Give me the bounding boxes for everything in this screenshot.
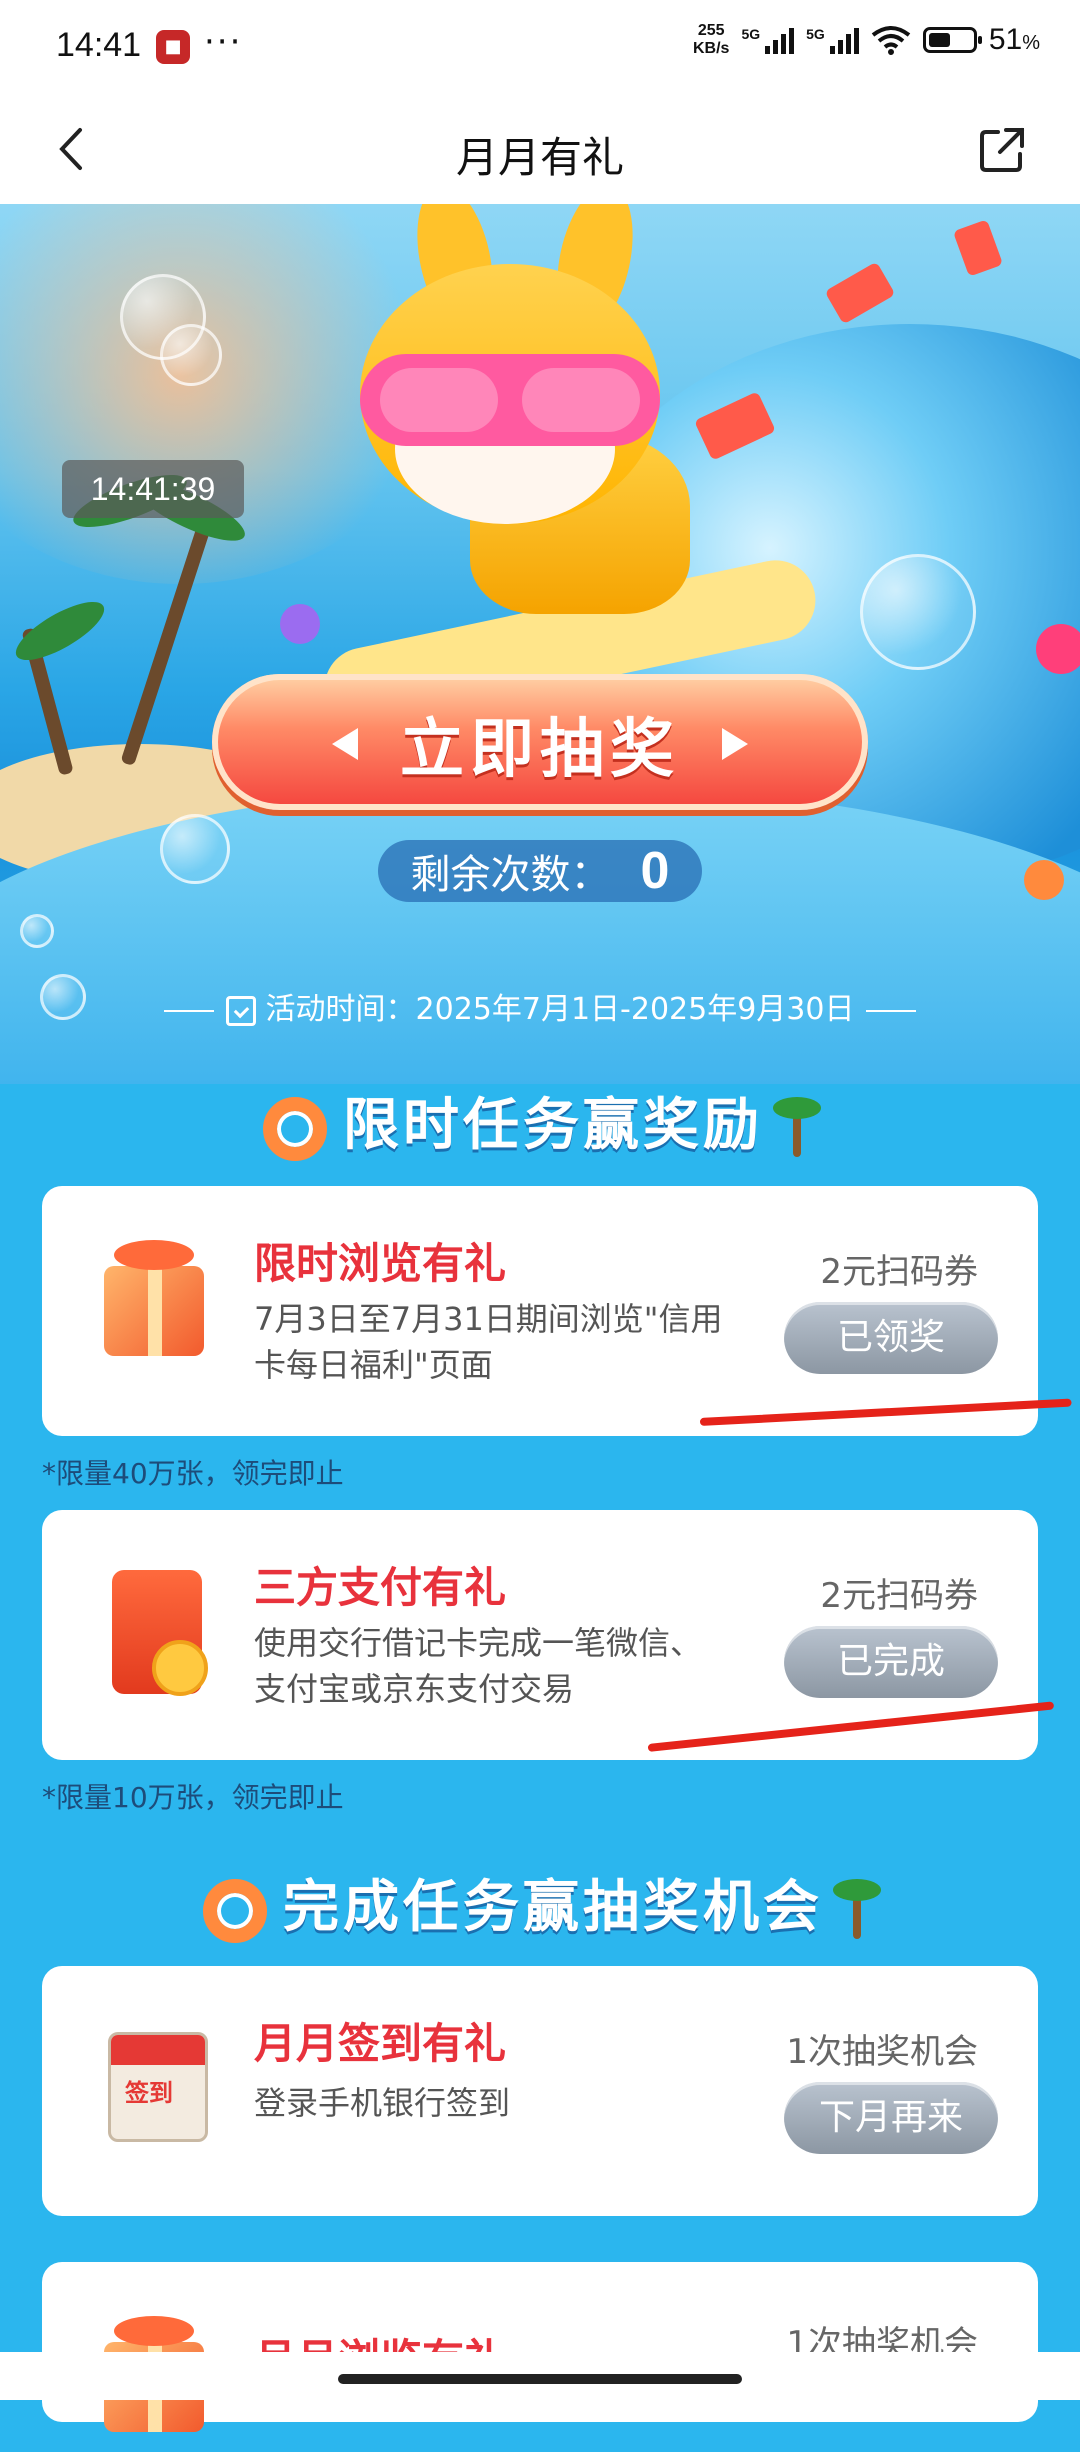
status-bar: 14:41 ■ ··· 255 KB/s 5G 5G 51% [0, 0, 1080, 96]
task-title: 月月签到有礼 [254, 2019, 507, 2068]
signal-icon: 5G [741, 26, 795, 54]
task-card-checkin: 签到 月月签到有礼 登录手机银行签到 1次抽奖机会 下月再来 [42, 1966, 1038, 2216]
calendar-checkin-icon: 签到 [92, 2026, 222, 2156]
nav-bar: 月月有礼 [0, 96, 1080, 204]
task-description: 使用交行借记卡完成一笔微信、支付宝或京东支付交易 [254, 1624, 703, 1708]
task-description: 7月3日至7月31日期间浏览"信用卡每日福利"页面 [254, 1300, 723, 1384]
reward-claimed-button[interactable]: 已领奖 [784, 1302, 998, 1374]
task-description: 登录手机银行签到 [254, 2084, 511, 2122]
share-icon[interactable] [976, 124, 1028, 176]
wifi-icon [871, 26, 911, 55]
activity-period: 活动时间：2025年7月1日-2025年9月30日 [0, 984, 1080, 1028]
timestamp-overlay: 14:41:39 [62, 460, 244, 518]
palm-tree-icon [833, 1878, 881, 1943]
task-completed-button[interactable]: 已完成 [784, 1626, 998, 1698]
network-speed: 255 KB/s [693, 22, 730, 57]
goggles-illustration [360, 354, 660, 446]
bank-app-icon: ■ [156, 30, 190, 64]
battery-icon [922, 27, 982, 53]
remaining-count-badge: 剩余次数： 0 [378, 840, 702, 902]
task-card-browse: 限时浏览有礼 7月3日至7月31日期间浏览"信用卡每日福利"页面 2元扫码券 已… [42, 1186, 1038, 1436]
more-notifications-icon: ··· [204, 22, 243, 62]
task-reward: 2元扫码券 [820, 1252, 978, 1292]
swim-ring-icon [203, 1878, 267, 1943]
remaining-count: 0 [640, 842, 670, 900]
home-indicator[interactable] [338, 2374, 742, 2384]
draw-now-button[interactable]: 立即抽奖 [212, 674, 868, 810]
palm-tree-icon [773, 1096, 821, 1161]
status-indicators: 255 KB/s 5G 5G 51% [693, 22, 1040, 58]
coin-icon [152, 1640, 208, 1696]
calendar-check-icon [225, 995, 256, 1026]
task-reward: 1次抽奖机会 [786, 2032, 978, 2072]
red-packet-icon [92, 1570, 222, 1700]
section-title-limited-tasks: 限时任务赢奖励 [0, 1080, 1080, 1161]
next-month-button[interactable]: 下月再来 [784, 2082, 998, 2154]
battery-percent: 51% [988, 23, 1040, 56]
gift-box-icon [92, 1240, 222, 1376]
signal-icon-2: 5G [806, 26, 859, 54]
swim-ring-icon [263, 1096, 327, 1161]
section-title-lottery-tasks: 完成任务赢抽奖机会 [0, 1862, 1080, 1943]
status-time: 14:41 [56, 26, 142, 64]
arrow-right-icon [722, 728, 748, 760]
task-title: 三方支付有礼 [254, 1563, 507, 1612]
quota-note: *限量10万张，领完即止 [42, 1781, 344, 1814]
page-title: 月月有礼 [455, 133, 624, 182]
task-title: 限时浏览有礼 [254, 1239, 507, 1288]
task-reward: 2元扫码券 [820, 1576, 978, 1616]
draw-now-label: 立即抽奖 [400, 713, 680, 787]
hero-banner: 14:41:39 立即抽奖 剩余次数： 0 活动时间：2025年7月1日-2025… [0, 204, 1080, 1084]
quota-note: *限量40万张，领完即止 [42, 1457, 344, 1490]
